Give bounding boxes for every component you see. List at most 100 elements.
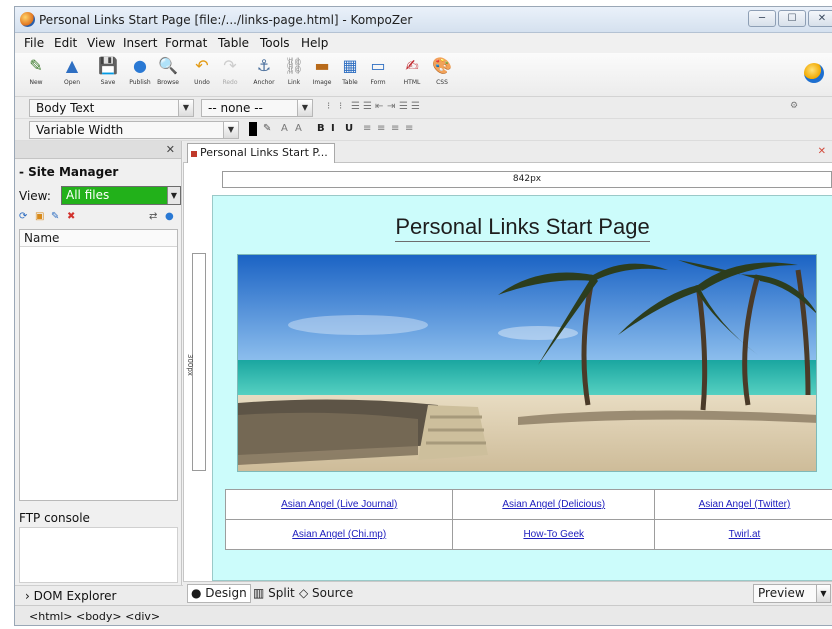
numbered-list-icon[interactable]: ⁝ bbox=[327, 101, 330, 112]
bullet-list-icon[interactable]: ⁝ bbox=[339, 101, 342, 112]
link-twirl-at[interactable]: Twirl.at bbox=[729, 529, 761, 540]
link-chimp[interactable]: Asian Angel (Chi.mp) bbox=[292, 529, 386, 540]
close-window-button[interactable]: ✕ bbox=[808, 10, 832, 27]
css-button[interactable]: 🎨 CSS bbox=[425, 56, 459, 94]
open-button[interactable]: ▲ Open bbox=[55, 56, 89, 94]
minimize-button[interactable]: ─ bbox=[748, 10, 776, 27]
redo-button[interactable]: ↷ Redo bbox=[213, 56, 247, 94]
tag-path[interactable]: <html> <body> <div> bbox=[29, 610, 160, 623]
ftp-console-panel[interactable] bbox=[19, 527, 178, 583]
title-bar[interactable]: Personal Links Start Page [file:/.../lin… bbox=[15, 7, 832, 33]
highlight-icon[interactable]: ✎ bbox=[263, 123, 271, 134]
delete-icon[interactable]: ✖ bbox=[67, 211, 75, 222]
menu-insert[interactable]: Insert bbox=[123, 36, 157, 50]
maximize-button[interactable]: ☐ bbox=[778, 10, 806, 27]
table-cell[interactable]: How-To Geek bbox=[452, 519, 655, 550]
menu-table[interactable]: Table bbox=[218, 36, 249, 50]
link-icon: ⛓ bbox=[284, 56, 305, 75]
name-column-header[interactable]: Name bbox=[20, 230, 177, 247]
site-manager-title[interactable]: - Site Manager bbox=[19, 165, 118, 179]
underline-icon[interactable]: U bbox=[345, 123, 353, 134]
connect-icon[interactable]: ⇄ bbox=[149, 211, 157, 222]
link-delicious[interactable]: Asian Angel (Delicious) bbox=[502, 499, 605, 510]
link-twitter[interactable]: Asian Angel (Twitter) bbox=[699, 499, 791, 510]
menu-view[interactable]: View bbox=[87, 36, 115, 50]
larger-text-icon[interactable]: A bbox=[295, 123, 302, 134]
image-icon: ▬ bbox=[314, 56, 330, 75]
page-content[interactable]: Personal Links Start Page Asian Angel (L… bbox=[212, 195, 832, 581]
link-live-journal[interactable]: Asian Angel (Live Journal) bbox=[281, 499, 397, 510]
pin-icon[interactable]: ⚙ bbox=[790, 101, 798, 111]
align-left-icon[interactable]: ≡ bbox=[363, 123, 371, 134]
indent-icon[interactable]: ⇥ bbox=[387, 101, 395, 112]
align-right-icon[interactable]: ☰ bbox=[411, 101, 420, 112]
browse-button[interactable]: 🔍 Browse bbox=[151, 56, 185, 94]
width-ruler-label: 842px bbox=[512, 174, 542, 184]
refresh-icon[interactable]: ⟳ bbox=[19, 211, 27, 222]
anchor-button[interactable]: ⚓ Anchor bbox=[247, 56, 281, 94]
view-filter-select[interactable]: All files ▼ bbox=[61, 186, 181, 205]
align-center-icon[interactable]: ≡ bbox=[377, 123, 385, 134]
bold-icon[interactable]: B bbox=[317, 123, 325, 134]
dom-explorer-label: › DOM Explorer bbox=[25, 589, 117, 603]
document-tabstrip: Personal Links Start P... ✕ bbox=[183, 141, 832, 163]
table-cell[interactable]: Asian Angel (Live Journal) bbox=[224, 489, 454, 520]
outdent-icon[interactable]: ⇤ bbox=[375, 101, 383, 112]
font-select[interactable]: Variable Width ▼ bbox=[29, 121, 239, 139]
browse-icon: 🔍 bbox=[158, 56, 178, 75]
text-color-swatch[interactable] bbox=[249, 122, 257, 136]
format-toolbar-1: Body Text ▼ -- none -- ▼ ⁝ ⁝ ☰ ☰ ⇤ ⇥ ☰ ☰ ⚙ bbox=[15, 97, 832, 119]
align-left-icon[interactable]: ☰ bbox=[399, 101, 408, 112]
name-column-label: Name bbox=[24, 231, 60, 245]
italic-icon[interactable]: I bbox=[331, 123, 335, 134]
list-icon[interactable]: ☰ bbox=[363, 101, 372, 112]
menu-file[interactable]: File bbox=[24, 36, 44, 50]
menu-edit[interactable]: Edit bbox=[54, 36, 77, 50]
table-cell[interactable]: Asian Angel (Delicious) bbox=[452, 489, 655, 520]
table-cell[interactable]: Asian Angel (Twitter) bbox=[654, 489, 832, 520]
globe-icon[interactable]: ● bbox=[165, 211, 174, 222]
browse-button-label: Browse bbox=[157, 79, 179, 86]
tab-design[interactable]: ● Design bbox=[187, 584, 251, 603]
tab-source[interactable]: ◇ Source bbox=[295, 584, 357, 603]
definition-list-icon[interactable]: ☰ bbox=[351, 101, 360, 112]
tab-personal-links[interactable]: Personal Links Start P... bbox=[187, 143, 335, 163]
view-filter-value: All files bbox=[66, 188, 110, 202]
beach-image[interactable] bbox=[237, 254, 817, 472]
new-button[interactable]: ✎ New bbox=[19, 56, 53, 94]
main-toolbar: ✎ New ▲ Open 💾 Save ● Publish 🔍 Browse ↶ Undo ↷ Redo ⚓… bbox=[15, 53, 832, 97]
chevron-down-icon: ▼ bbox=[816, 585, 830, 602]
new-folder-icon[interactable]: ▣ bbox=[35, 211, 44, 222]
class-style-select[interactable]: -- none -- ▼ bbox=[201, 99, 313, 117]
form-button[interactable]: ▭ Form bbox=[361, 56, 395, 94]
edit-site-icon[interactable]: ✎ bbox=[51, 211, 59, 222]
save-button[interactable]: 💾 Save bbox=[91, 56, 125, 94]
tab-split[interactable]: ▥ Split bbox=[249, 584, 299, 603]
open-icon: ▲ bbox=[65, 56, 79, 75]
html-button-label: HTML bbox=[403, 79, 421, 86]
menu-help[interactable]: Help bbox=[301, 36, 328, 50]
table-cell[interactable]: Twirl.at bbox=[654, 519, 832, 550]
close-tab-icon[interactable]: ✕ bbox=[818, 146, 826, 157]
links-table[interactable]: Asian Angel (Live Journal) Asian Angel (… bbox=[224, 489, 832, 550]
editor-area[interactable]: 842px 300px Personal Links Start Page As… bbox=[183, 163, 832, 581]
close-icon[interactable]: ✕ bbox=[166, 143, 175, 156]
align-right-icon[interactable]: ≡ bbox=[391, 123, 399, 134]
publish-icon: ● bbox=[133, 56, 147, 75]
html-button[interactable]: ✍ HTML bbox=[395, 56, 429, 94]
beach-palms-picture bbox=[238, 255, 816, 471]
menu-format[interactable]: Format bbox=[165, 36, 207, 50]
link-how-to-geek[interactable]: How-To Geek bbox=[523, 529, 584, 540]
dom-explorer-bar[interactable]: › DOM Explorer bbox=[15, 585, 183, 605]
page-heading[interactable]: Personal Links Start Page bbox=[213, 214, 832, 242]
justify-icon[interactable]: ≡ bbox=[405, 123, 413, 134]
table-cell[interactable]: Asian Angel (Chi.mp) bbox=[224, 519, 454, 550]
site-file-list[interactable]: Name bbox=[19, 229, 178, 501]
help-globe-icon[interactable] bbox=[804, 63, 824, 83]
table-row: Asian Angel (Chi.mp) How-To Geek Twirl.a… bbox=[224, 519, 832, 550]
preview-select[interactable]: Preview ▼ bbox=[753, 584, 831, 603]
menu-tools[interactable]: Tools bbox=[260, 36, 290, 50]
tab-label: Personal Links Start P... bbox=[200, 146, 328, 159]
smaller-text-icon[interactable]: A bbox=[281, 123, 288, 134]
paragraph-style-select[interactable]: Body Text ▼ bbox=[29, 99, 194, 117]
